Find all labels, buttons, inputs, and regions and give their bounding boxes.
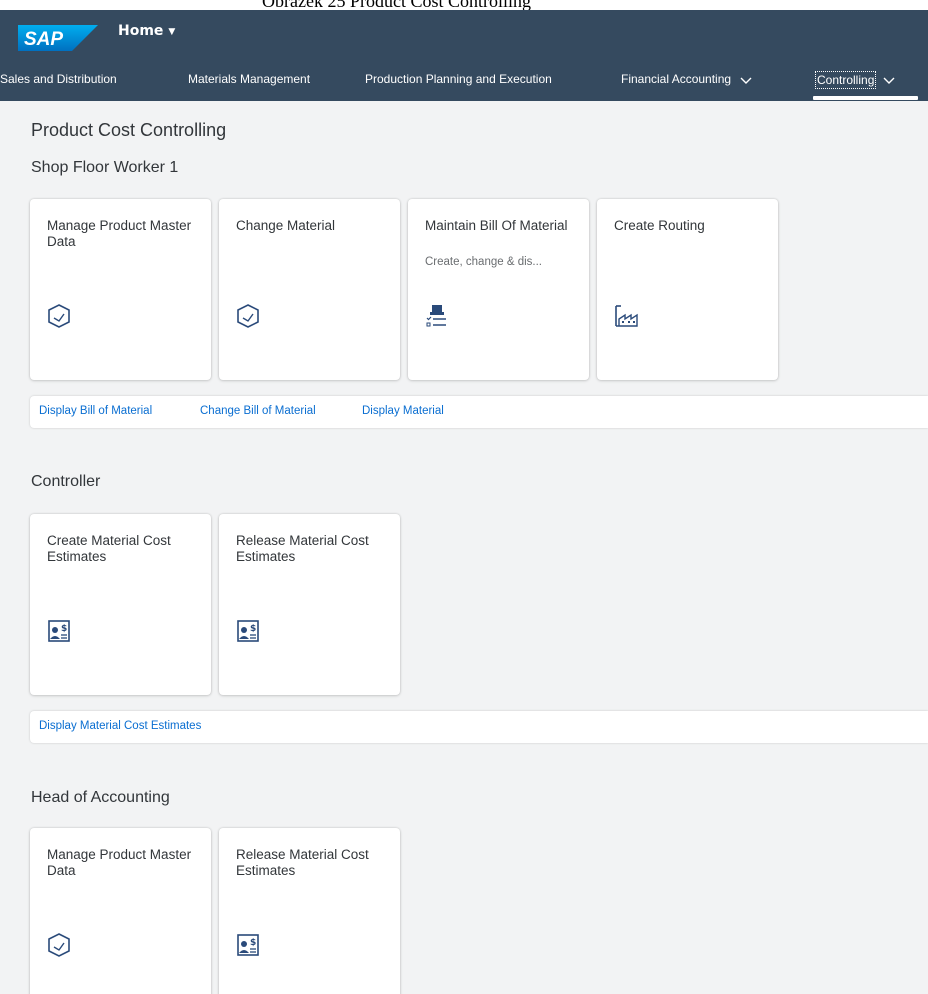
tab-label: Sales and Distribution [0, 72, 117, 86]
tab-label: Financial Accounting [621, 72, 732, 86]
page-title: Product Cost Controlling [31, 120, 227, 140]
tile-maintain-bill-of-material[interactable]: Maintain Bill Of Material Create, change… [408, 199, 589, 380]
svg-text:$: $ [250, 938, 256, 948]
svg-text:$: $ [61, 624, 67, 634]
tile-title: Change Material [236, 218, 336, 233]
tile-title: Create Routing [614, 218, 705, 233]
sap-logo-text: SAP [24, 29, 63, 50]
tile-title: Manage Product Master Data [47, 847, 192, 878]
link-display-bill-of-material[interactable]: Display Bill of Material [39, 405, 152, 417]
group-title-head-of-accounting: Head of Accounting [31, 789, 170, 806]
tab-label: Controlling [814, 70, 877, 89]
link-display-material[interactable]: Display Material [362, 405, 444, 417]
cost-estimate-icon: $ [237, 620, 259, 642]
page-content: Product Cost Controlling Shop Floor Work… [0, 101, 928, 994]
product-icon [237, 304, 259, 328]
tile-title: Create Material Cost Estimates [47, 533, 171, 564]
cost-estimate-icon: $ [48, 620, 70, 642]
tile-manage-product-master-data[interactable]: Manage Product Master Data [30, 199, 211, 380]
tab-materials-management[interactable]: Materials Management [188, 58, 310, 101]
cost-estimate-icon: $ [237, 934, 259, 956]
figure-caption-text: Obrázek 25 Product Cost Controlling [262, 0, 531, 10]
tab-financial-accounting[interactable]: Financial Accounting [621, 58, 752, 101]
figure-caption: Obrázek 25 Product Cost Controlling [0, 0, 928, 10]
tab-label: Production Planning and Execution [365, 72, 552, 86]
link-bar-controller: Display Material Cost Estimates [30, 711, 928, 743]
link-bar-shop-floor-worker: Display Bill of Material Change Bill of … [30, 396, 928, 428]
link-display-material-cost-estimates[interactable]: Display Material Cost Estimates [39, 720, 201, 732]
tile-create-material-cost-estimates[interactable]: Create Material Cost Estimates $ [30, 514, 211, 695]
tile-release-material-cost-estimates[interactable]: Release Material Cost Estimates $ [219, 514, 400, 695]
factory-icon [615, 305, 638, 327]
tile-title: Maintain Bill Of Material [425, 218, 568, 233]
home-menu-button[interactable]: Home ▼ [118, 23, 175, 39]
tab-sales-and-distribution[interactable]: Sales and Distribution [0, 58, 117, 101]
tile-subtitle: Create, change & dis... [425, 256, 542, 268]
tile-title: Manage Product Master Data [47, 218, 192, 249]
bom-list-icon [426, 305, 446, 327]
group-title-controller: Controller [31, 473, 101, 490]
chevron-down-icon[interactable] [883, 74, 895, 86]
caret-down-icon: ▼ [168, 27, 176, 37]
space-navigation-bar: Sales and Distribution Materials Managem… [0, 58, 928, 101]
product-icon [48, 304, 70, 328]
home-title: Home [118, 23, 164, 39]
tab-production-planning-and-execution[interactable]: Production Planning and Execution [365, 58, 552, 101]
tile-change-material[interactable]: Change Material [219, 199, 400, 380]
tile-manage-product-master-data[interactable]: Manage Product Master Data [30, 828, 211, 994]
sap-logo[interactable]: SAP [18, 25, 98, 51]
product-icon [48, 933, 70, 957]
tile-create-routing[interactable]: Create Routing [597, 199, 778, 380]
tile-title: Release Material Cost Estimates [236, 847, 369, 878]
tile-release-material-cost-estimates[interactable]: Release Material Cost Estimates $ [219, 828, 400, 994]
tab-label: Materials Management [188, 72, 311, 86]
shell-bar: SAP Home ▼ [0, 10, 928, 58]
tile-title: Release Material Cost Estimates [236, 533, 369, 564]
group-title-shop-floor-worker: Shop Floor Worker 1 [31, 159, 179, 176]
active-tab-indicator [813, 96, 918, 100]
tab-controlling[interactable]: Controlling [814, 58, 895, 101]
link-change-bill-of-material[interactable]: Change Bill of Material [200, 405, 316, 417]
svg-text:$: $ [250, 624, 256, 634]
chevron-down-icon[interactable] [740, 74, 752, 86]
